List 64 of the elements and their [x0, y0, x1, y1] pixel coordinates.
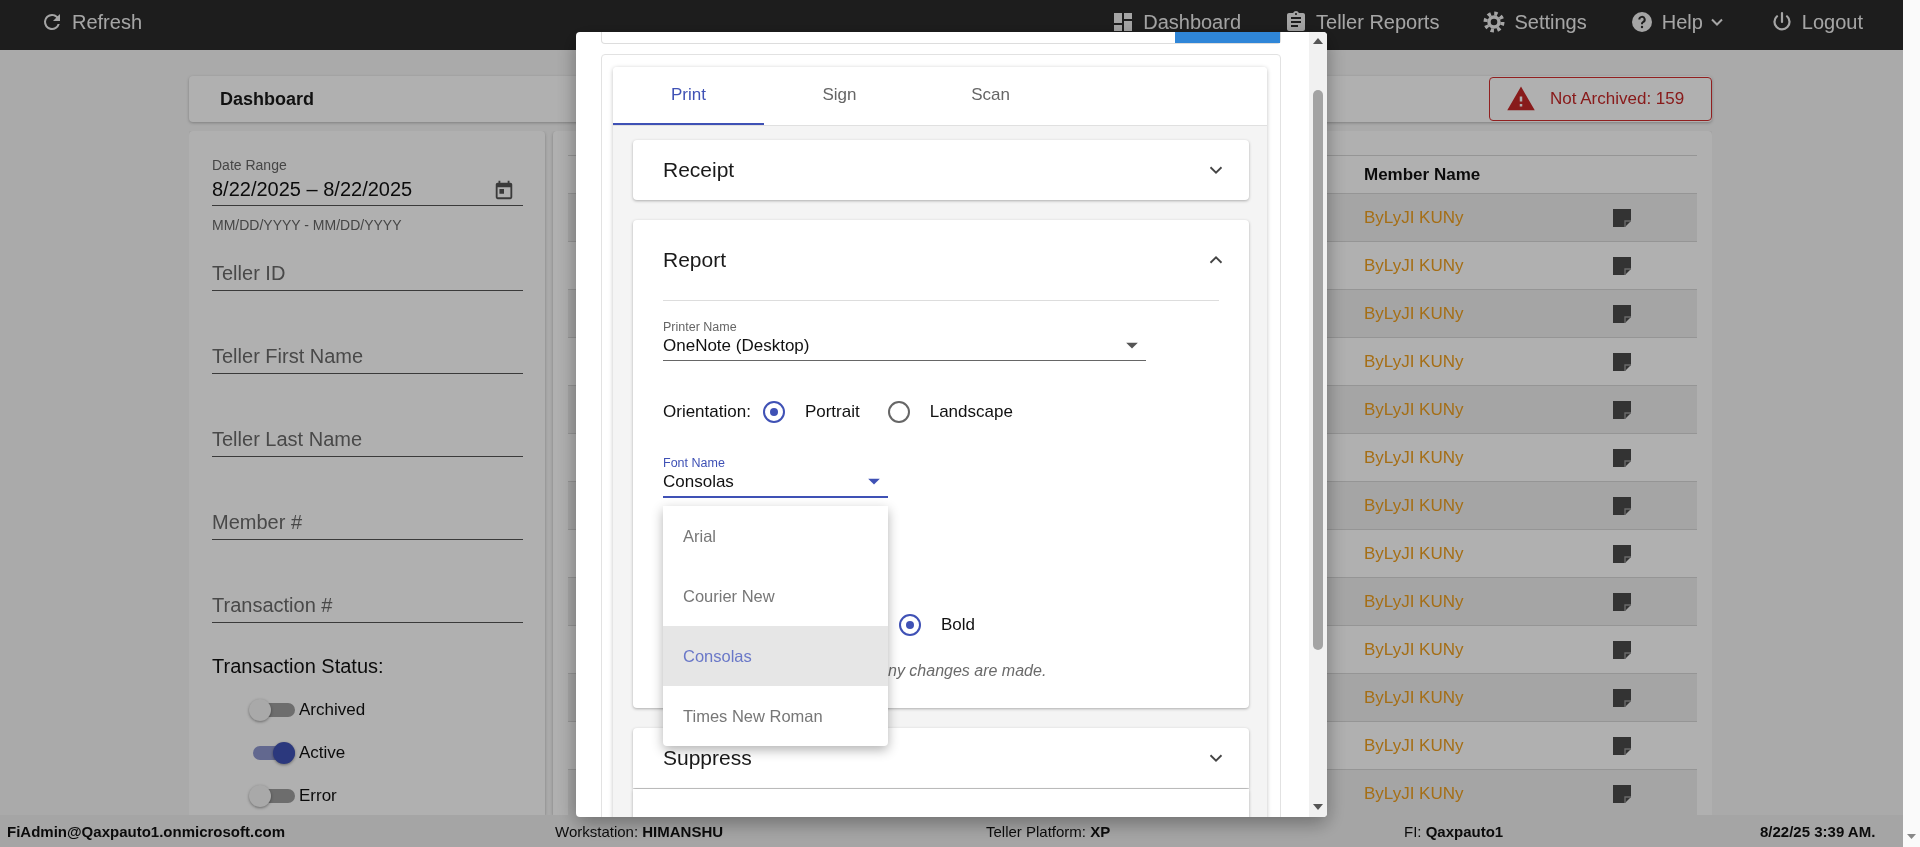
table-cell-text: ByLyJI KUNy [1364, 735, 1465, 756]
column-header: Member Name [1364, 164, 1482, 185]
page-title: Dashboard [220, 88, 315, 110]
menu-item[interactable]: Courier New [663, 566, 888, 626]
menu-item[interactable]: Times New Roman [663, 686, 888, 746]
field-hint: MM/DD/YYYY - MM/DD/YYYY [212, 217, 403, 233]
radio-button[interactable] [899, 614, 921, 636]
table-cell-text: ByLyJI KUNy [1364, 543, 1465, 564]
nav-link[interactable]: Teller Reports [1284, 10, 1440, 34]
status-text: 8/22/25 3:39 AM. [1760, 822, 1876, 840]
table-cell-text: ByLyJI KUNy [1364, 495, 1465, 516]
table-cell-text: ByLyJI KUNy [1364, 687, 1465, 708]
table-cell-text: ByLyJI KUNy [1364, 207, 1465, 228]
radio-label: Portrait [804, 402, 860, 422]
table-cell-text: ByLyJI KUNy [1364, 639, 1465, 660]
panel-title[interactable]: Suppress [663, 746, 752, 770]
status-text: FI: Qaxpauto1 [1404, 822, 1505, 840]
toggle-switch[interactable] [249, 783, 295, 808]
text-field[interactable]: Transaction # [212, 594, 523, 623]
text-field[interactable]: Member # [212, 511, 523, 540]
field-label: Date Range [212, 156, 288, 174]
table-cell-text: ByLyJI KUNy [1364, 255, 1465, 276]
table-cell-text: ByLyJI KUNy [1364, 591, 1465, 612]
table-cell-text: ByLyJI KUNy [1364, 303, 1465, 324]
table-cell-text: ByLyJI KUNy [1364, 399, 1465, 420]
tab[interactable]: Sign [764, 67, 915, 125]
field-label: Orientation: [663, 402, 751, 422]
tab[interactable]: Scan [915, 67, 1066, 125]
alert-text: Not Archived: 159 [1550, 89, 1685, 109]
table-cell-text: ByLyJI KUNy [1364, 783, 1465, 804]
nav-link[interactable]: Settings [1482, 10, 1587, 34]
text-field[interactable]: Teller ID [212, 262, 523, 291]
radio-button[interactable] [762, 401, 785, 423]
toggle-switch[interactable] [249, 697, 295, 722]
panel-title[interactable]: Receipt [663, 158, 735, 182]
calendar-icon [493, 178, 515, 201]
section-label: Transaction Status: [212, 655, 385, 678]
note-text: ny changes are made. [887, 662, 1048, 680]
radio-button[interactable] [887, 401, 910, 423]
scrollbar[interactable] [1309, 32, 1327, 817]
toggle-label: Archived [299, 699, 366, 720]
select-field[interactable]: Printer Name OneNote (Desktop) [663, 319, 1146, 361]
menu-item[interactable]: Arial [663, 506, 888, 566]
panel-title[interactable]: Report [663, 248, 727, 272]
table-cell-text: ByLyJI KUNy [1364, 447, 1465, 468]
nav-link[interactable]: Logout [1769, 10, 1863, 34]
status-text: Teller Platform: XP [986, 822, 1112, 840]
nav-link[interactable]: Help [1629, 10, 1727, 34]
text-field[interactable]: Teller First Name [212, 345, 523, 374]
date-range-field[interactable]: 8/22/2025 – 8/22/2025 [212, 174, 523, 206]
select-field[interactable]: Font Name Consolas [663, 455, 888, 498]
nav-link[interactable]: Dashboard [1111, 10, 1242, 34]
toggle-label: Error [299, 785, 337, 806]
radio-label: Bold [941, 615, 976, 635]
radio-label: Landscape [929, 402, 1013, 422]
table-cell-text: ByLyJI KUNy [1364, 351, 1465, 372]
field-value: 8/22/2025 – 8/22/2025 [212, 178, 413, 201]
status-text: Workstation: HIMANSHU [555, 822, 725, 840]
nav-link[interactable]: Refresh [40, 10, 143, 34]
help-icon [1629, 10, 1654, 34]
text-field[interactable]: Teller Last Name [212, 428, 523, 457]
settings-icon [1482, 10, 1507, 34]
toggle-label: Active [299, 742, 346, 763]
status-text: FiAdmin@Qaxpauto1.onmicrosoft.com [7, 822, 286, 840]
